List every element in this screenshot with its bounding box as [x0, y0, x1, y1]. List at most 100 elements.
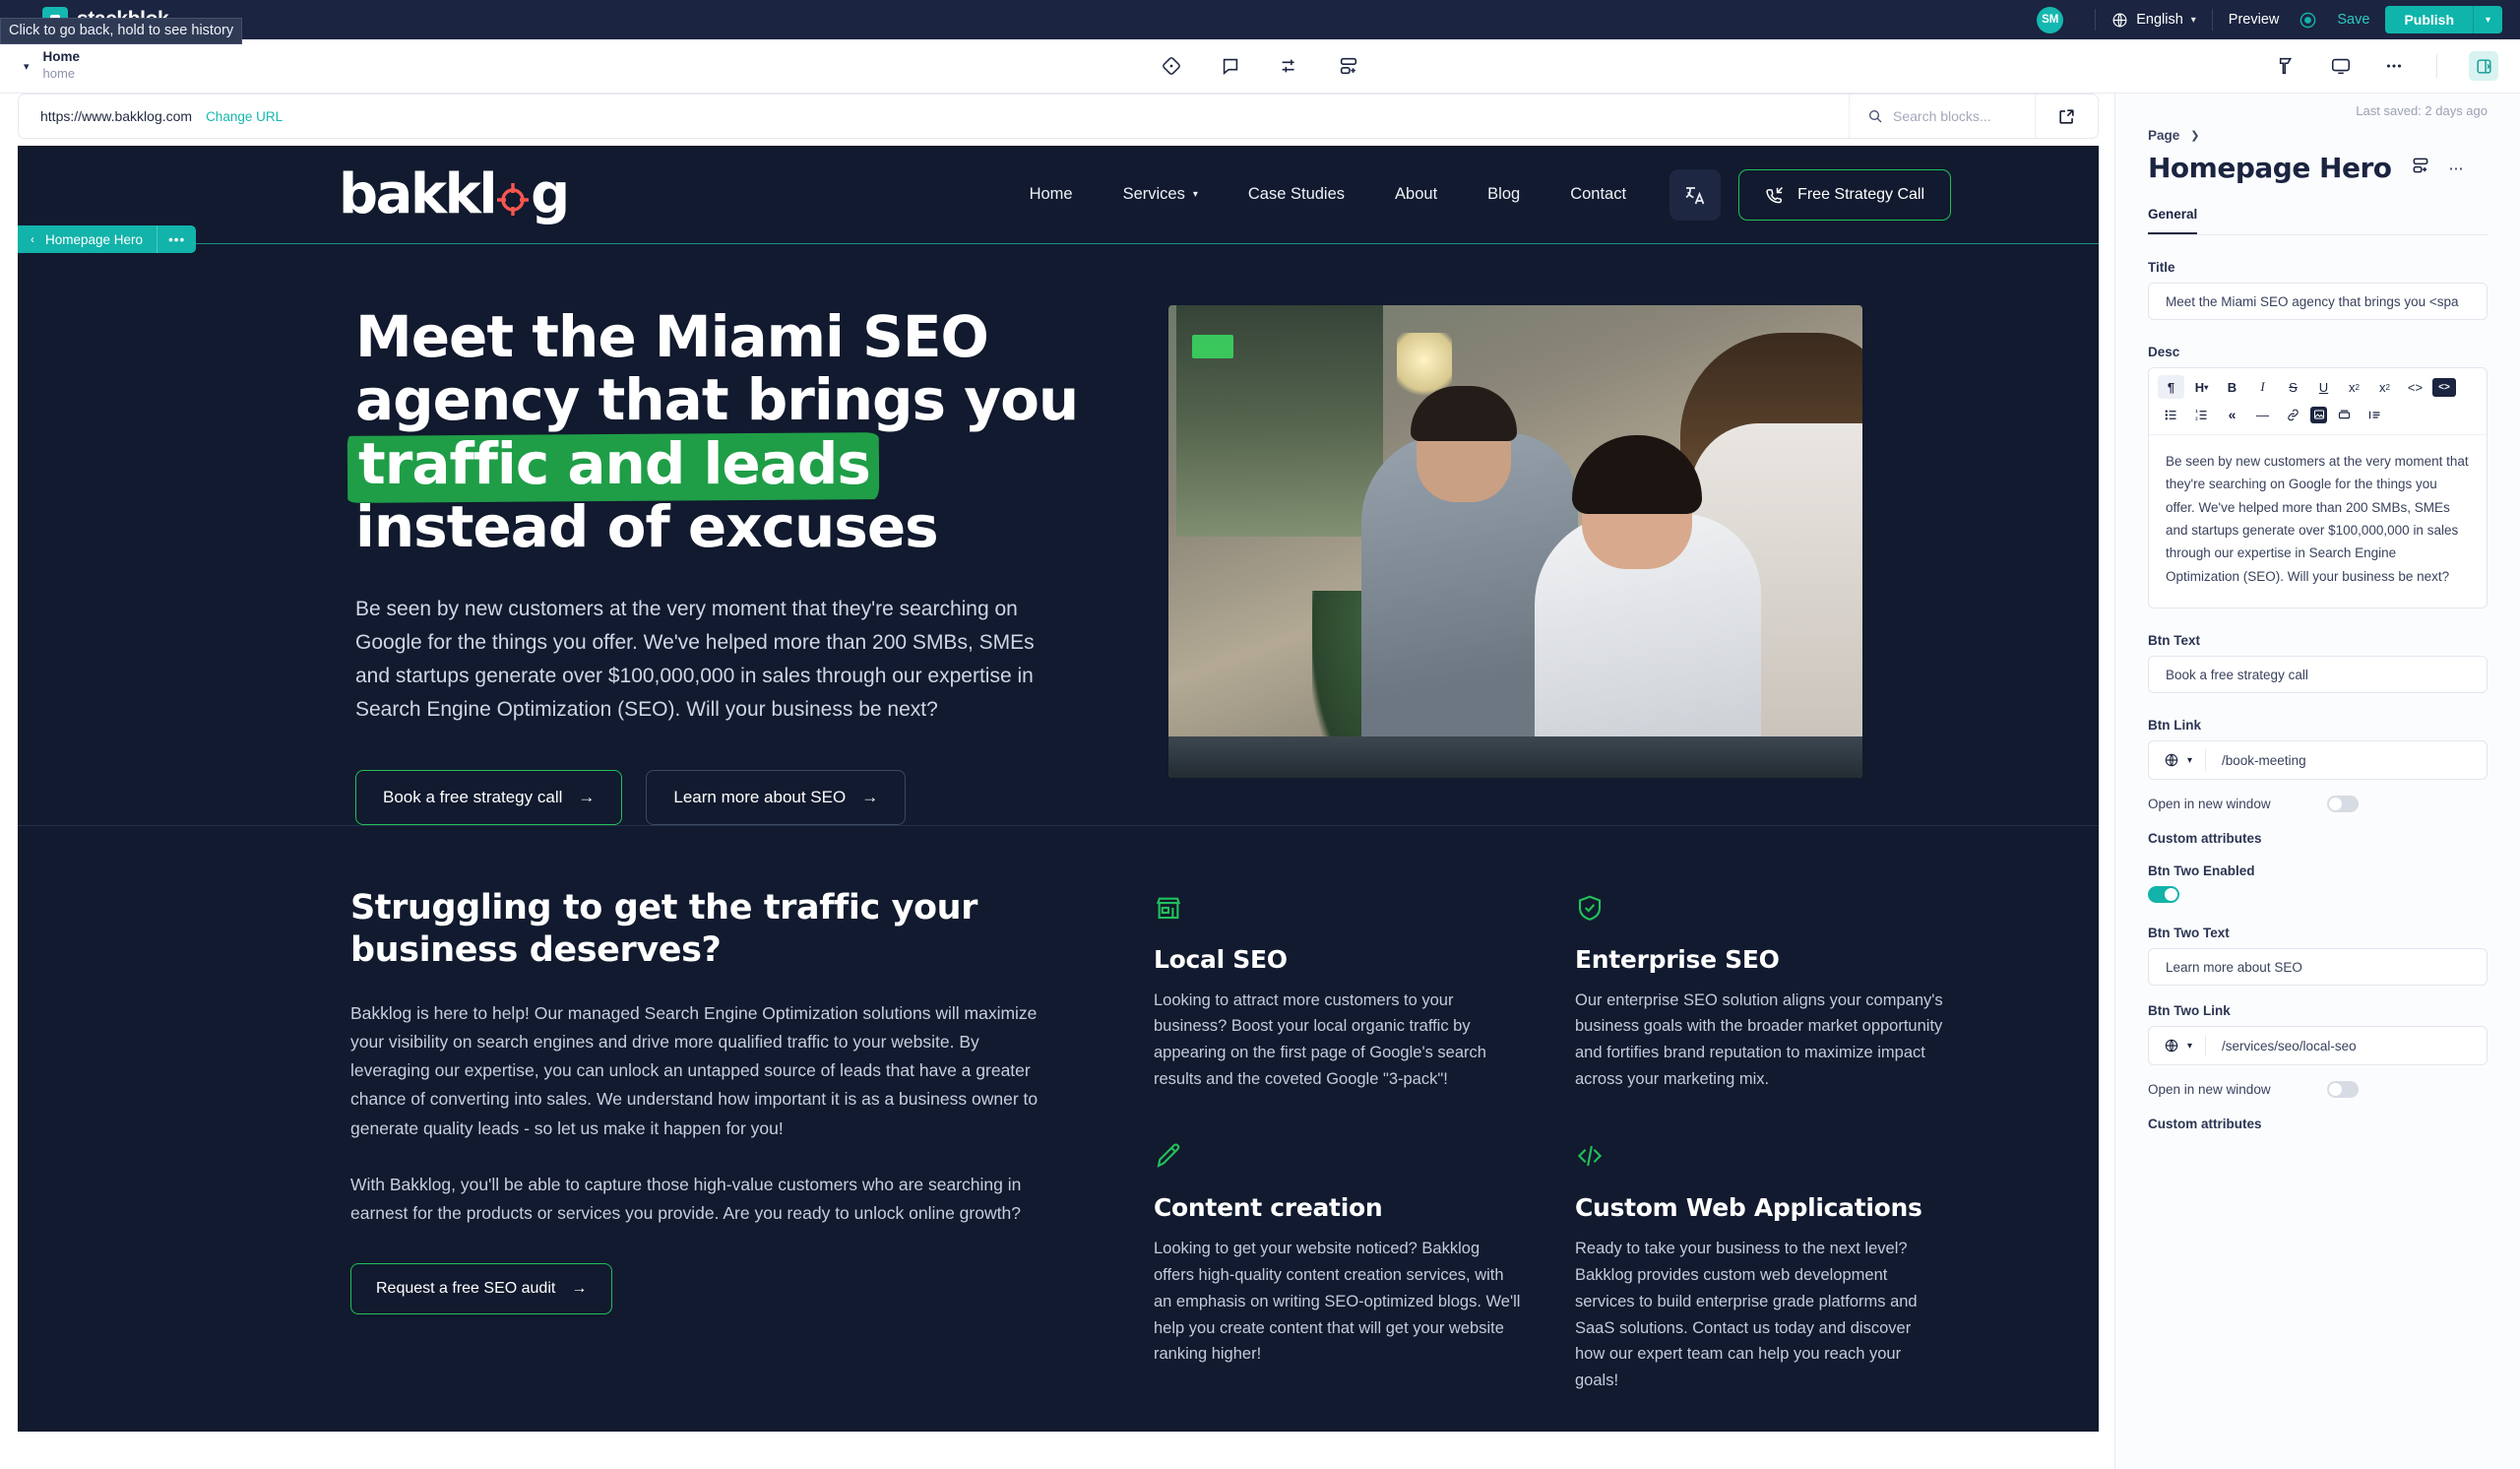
tab-general[interactable]: General: [2148, 207, 2198, 234]
pilcrow-icon[interactable]: ¶: [2158, 375, 2184, 399]
service-card[interactable]: Local SEO Looking to attract more custom…: [1154, 893, 1523, 1093]
add-block-icon[interactable]: [1338, 55, 1359, 77]
btn-two-link-value[interactable]: /services/seo/local-seo: [2206, 1039, 2357, 1054]
nav-link-about[interactable]: About: [1395, 185, 1437, 204]
breadcrumb-page[interactable]: Page: [2148, 128, 2179, 143]
benefits-text-column: Struggling to get the traffic your busin…: [350, 887, 1059, 1394]
subscript-icon[interactable]: x2: [2371, 375, 2398, 399]
image-icon[interactable]: [2310, 406, 2327, 423]
code-block-icon[interactable]: <>: [2432, 377, 2456, 397]
page-preview-canvas[interactable]: ‹ Homepage Hero ••• bakkl g Home Service…: [18, 146, 2099, 1432]
block-badge-more-icon[interactable]: •••: [157, 225, 196, 253]
breadcrumb[interactable]: Page ❯: [2148, 128, 2488, 143]
btn-link-input[interactable]: ▾ /book-meeting: [2148, 740, 2488, 781]
sliders-icon[interactable]: [1279, 55, 1300, 77]
indent-icon[interactable]: [2362, 403, 2388, 426]
publish-button[interactable]: Publish: [2385, 6, 2473, 33]
record-target-icon[interactable]: [2299, 11, 2317, 30]
bold-icon[interactable]: B: [2219, 375, 2245, 399]
add-block-icon[interactable]: [2411, 156, 2430, 180]
btn-link-value[interactable]: /book-meeting: [2206, 753, 2306, 768]
site-logo[interactable]: bakkl g: [339, 162, 570, 226]
phone-incoming-icon: [1766, 186, 1784, 203]
hero-section: Meet the Miami SEO agency that brings yo…: [18, 244, 2099, 825]
nav-cta-button[interactable]: Free Strategy Call: [1738, 168, 1951, 221]
selected-block-badge[interactable]: ‹ Homepage Hero •••: [18, 225, 197, 253]
editor-toolbar: ▾ Home home: [0, 39, 2520, 94]
btn-open-new-window-toggle[interactable]: [2327, 796, 2359, 813]
blockquote-icon[interactable]: «: [2219, 403, 2245, 426]
panel-title-row: Homepage Hero ⋯: [2148, 152, 2488, 184]
hero-primary-button[interactable]: Book a free strategy call →: [355, 769, 623, 825]
link-icon[interactable]: [2280, 403, 2306, 426]
chevron-down-icon: ▾: [2187, 1040, 2193, 1052]
bullet-list-icon[interactable]: [2158, 403, 2184, 426]
underline-icon[interactable]: U: [2310, 375, 2337, 399]
service-card[interactable]: Custom Web Applications Ready to take yo…: [1575, 1141, 1944, 1393]
nav-cta-label: Free Strategy Call: [1797, 185, 1924, 203]
nav-link-services[interactable]: Services ▾: [1123, 185, 1198, 204]
nav-link-contact[interactable]: Contact: [1570, 185, 1626, 204]
desktop-icon[interactable]: [2330, 55, 2352, 77]
url-bar: https://www.bakklog.com Change URL: [18, 94, 2099, 139]
more-icon[interactable]: [2383, 55, 2405, 77]
chevron-down-icon: ▾: [2190, 14, 2196, 26]
pencil-icon: [1154, 1141, 1523, 1176]
btn-two-open-new-window-toggle[interactable]: [2327, 1081, 2359, 1099]
preview-button[interactable]: Preview: [2229, 12, 2280, 28]
hero-secondary-button[interactable]: Learn more about SEO →: [646, 769, 907, 825]
arrow-right-icon: →: [578, 787, 596, 806]
desc-textarea[interactable]: Be seen by new customers at the very mom…: [2149, 435, 2487, 607]
link-type-selector[interactable]: ▾: [2149, 752, 2205, 768]
italic-icon[interactable]: I: [2249, 375, 2276, 399]
benefits-cta-label: Request a free SEO audit: [376, 1279, 556, 1297]
tool-icon[interactable]: [2277, 55, 2299, 77]
numbered-list-icon[interactable]: 12: [2188, 403, 2215, 426]
chevron-left-icon[interactable]: ‹: [18, 232, 45, 246]
horizontal-rule-icon[interactable]: —: [2249, 403, 2276, 426]
nav-link-blog[interactable]: Blog: [1487, 185, 1520, 204]
diamond-dot-icon[interactable]: [1161, 55, 1182, 77]
link-type-selector[interactable]: ▾: [2149, 1038, 2205, 1054]
title-input[interactable]: Meet the Miami SEO agency that brings yo…: [2148, 283, 2488, 320]
btn-two-text-input[interactable]: Learn more about SEO: [2148, 948, 2488, 987]
btn-two-link-label: Btn Two Link: [2148, 1003, 2231, 1019]
btn-two-link-input[interactable]: ▾ /services/seo/local-seo: [2148, 1026, 2488, 1066]
toolbar-center-icons: [1161, 55, 1359, 77]
panel-more-icon[interactable]: ⋯: [2449, 160, 2466, 177]
site-navbar: bakkl g Home Services ▾ Case Studies Abou…: [18, 146, 2099, 244]
nav-link-home[interactable]: Home: [1030, 185, 1073, 204]
search-input[interactable]: [1893, 108, 2011, 124]
divider: [2436, 54, 2437, 78]
btn-open-new-window-row: Open in new window: [2148, 796, 2488, 813]
btn-text-input[interactable]: Book a free strategy call: [2148, 656, 2488, 694]
panel-toggle-icon[interactable]: [2469, 51, 2498, 81]
service-card[interactable]: Content creation Looking to get your web…: [1154, 1141, 1523, 1393]
page-selector[interactable]: ▾ Home home: [0, 49, 80, 82]
custom-attributes-label[interactable]: Custom attributes: [2148, 831, 2488, 846]
custom-attributes-label-2[interactable]: Custom attributes: [2148, 1117, 2488, 1131]
publish-dropdown-icon[interactable]: ▾: [2473, 6, 2502, 33]
language-selector[interactable]: English ▾: [2111, 12, 2196, 29]
save-button[interactable]: Save: [2337, 12, 2369, 28]
benefits-cta-button[interactable]: Request a free SEO audit →: [350, 1262, 613, 1314]
strikethrough-icon[interactable]: S: [2280, 375, 2306, 399]
user-avatar[interactable]: SM: [2037, 6, 2064, 33]
nav-link-case-studies[interactable]: Case Studies: [1248, 185, 1345, 204]
change-url-link[interactable]: Change URL: [206, 109, 283, 124]
translate-icon[interactable]: [1670, 168, 1722, 221]
shield-check-icon: [1575, 893, 1944, 927]
btn-two-enabled-toggle[interactable]: [2148, 886, 2179, 904]
nav-link-label: Case Studies: [1247, 185, 1346, 203]
service-card-title: Enterprise SEO: [1575, 944, 1780, 974]
hero-content: Meet the Miami SEO agency that brings yo…: [355, 305, 1103, 825]
site-nav-actions: Free Strategy Call: [1670, 168, 1951, 221]
video-icon[interactable]: [2331, 403, 2358, 426]
storefront-icon: [1154, 893, 1523, 927]
open-external-icon[interactable]: [2035, 95, 2098, 138]
code-icon[interactable]: <>: [2402, 375, 2428, 399]
comment-icon[interactable]: [1220, 55, 1241, 77]
superscript-icon[interactable]: x2: [2341, 375, 2367, 399]
heading-icon[interactable]: H ▾: [2188, 375, 2215, 399]
service-card[interactable]: Enterprise SEO Our enterprise SEO soluti…: [1575, 893, 1944, 1093]
